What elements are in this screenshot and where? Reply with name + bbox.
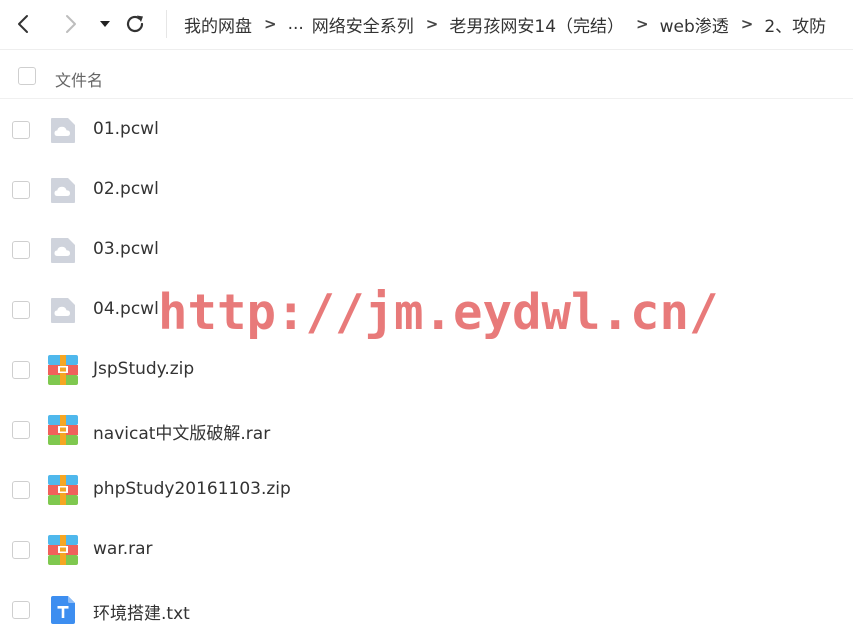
file-list-header: 文件名 — [0, 55, 853, 99]
breadcrumb-item-my-drive[interactable]: 我的网盘 — [184, 12, 252, 37]
refresh-button[interactable] — [122, 11, 148, 37]
chevron-right-icon — [66, 15, 76, 33]
row-checkbox[interactable] — [12, 421, 30, 439]
list-item[interactable]: 03.pcwl — [0, 220, 853, 280]
archive-icon — [48, 355, 78, 385]
back-button[interactable] — [11, 11, 37, 37]
breadcrumb-separator: > — [740, 15, 754, 33]
row-checkbox[interactable] — [12, 121, 30, 139]
row-checkbox[interactable] — [12, 361, 30, 379]
breadcrumb-item-ellipsis[interactable]: ... — [288, 14, 304, 34]
archive-icon — [48, 475, 78, 505]
chevron-left-icon — [18, 15, 28, 33]
select-all-checkbox[interactable] — [18, 67, 36, 85]
file-name[interactable]: 02.pcwl — [93, 179, 159, 199]
archive-icon — [48, 415, 78, 445]
cloud-file-icon — [48, 235, 78, 265]
file-name[interactable]: war.rar — [93, 539, 153, 559]
file-name[interactable]: 01.pcwl — [93, 119, 159, 139]
list-item[interactable]: 01.pcwl — [0, 100, 853, 160]
row-checkbox[interactable] — [12, 181, 30, 199]
text-file-icon — [48, 595, 78, 625]
file-name[interactable]: JspStudy.zip — [93, 359, 194, 379]
cloud-file-icon — [48, 115, 78, 145]
list-item[interactable]: phpStudy20161103.zip — [0, 460, 853, 520]
breadcrumb-item-web-pentest[interactable]: web渗透 — [660, 12, 729, 37]
list-item[interactable]: 04.pcwl — [0, 280, 853, 340]
file-name[interactable]: phpStudy20161103.zip — [93, 479, 291, 499]
cloud-file-icon — [48, 295, 78, 325]
file-name[interactable]: navicat中文版破解.rar — [93, 419, 270, 444]
list-item[interactable]: JspStudy.zip — [0, 340, 853, 400]
list-item[interactable]: war.rar — [0, 520, 853, 580]
breadcrumb: 我的网盘 > ... 网络安全系列 > 老男孩网安14（完结） > web渗透 … — [184, 0, 826, 48]
row-checkbox[interactable] — [12, 301, 30, 319]
row-checkbox[interactable] — [12, 601, 30, 619]
history-dropdown-button[interactable] — [92, 11, 118, 37]
row-checkbox[interactable] — [12, 241, 30, 259]
caret-down-icon — [100, 21, 110, 27]
row-checkbox[interactable] — [12, 481, 30, 499]
file-name[interactable]: 03.pcwl — [93, 239, 159, 259]
forward-button[interactable] — [57, 11, 83, 37]
file-name[interactable]: 环境搭建.txt — [93, 599, 190, 624]
archive-icon — [48, 535, 78, 565]
refresh-icon — [126, 15, 144, 33]
row-checkbox[interactable] — [12, 541, 30, 559]
breadcrumb-separator: > — [425, 15, 439, 33]
cloud-file-icon — [48, 175, 78, 205]
breadcrumb-item-security-series[interactable]: 网络安全系列 — [312, 12, 414, 37]
list-item[interactable]: 02.pcwl — [0, 160, 853, 220]
toolbar-divider — [166, 10, 167, 38]
navigation-toolbar: 我的网盘 > ... 网络安全系列 > 老男孩网安14（完结） > web渗透 … — [0, 0, 853, 50]
file-name[interactable]: 04.pcwl — [93, 299, 159, 319]
breadcrumb-item-course-14[interactable]: 老男孩网安14（完结） — [449, 12, 624, 37]
list-item[interactable]: 环境搭建.txt — [0, 580, 853, 640]
breadcrumb-separator: > — [264, 15, 277, 33]
breadcrumb-separator: > — [636, 15, 649, 33]
breadcrumb-item-current[interactable]: 2、攻防 — [764, 12, 826, 37]
column-header-filename[interactable]: 文件名 — [55, 67, 103, 91]
file-list: 01.pcwl 02.pcwl 03.pcwl 04.pcwl JspStudy… — [0, 100, 853, 640]
list-item[interactable]: navicat中文版破解.rar — [0, 400, 853, 460]
